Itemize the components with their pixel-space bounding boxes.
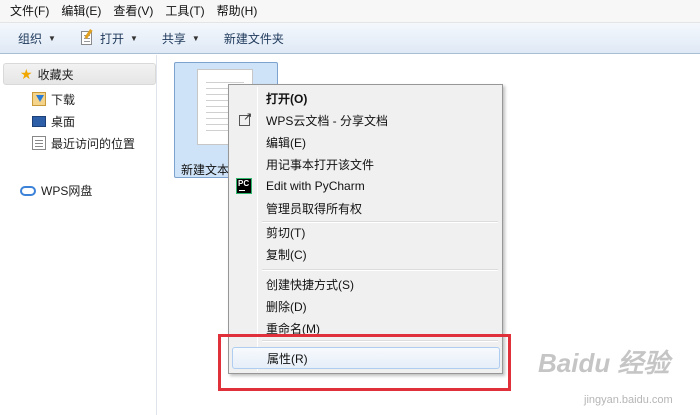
menu-item-take-ownership[interactable]: 管理员取得所有权	[232, 197, 500, 219]
sidebar-item-desktop[interactable]: 桌面	[32, 111, 75, 131]
menu-file[interactable]: 文件(F)	[4, 0, 55, 23]
file-name: 新建文本	[181, 163, 230, 177]
menu-item-label: 删除(D)	[266, 299, 307, 314]
chevron-down-icon: ▼	[191, 33, 200, 43]
pycharm-icon: PC	[236, 178, 252, 194]
menu-item-label: 创建快捷方式(S)	[266, 277, 354, 292]
menu-item-copy[interactable]: 复制(C)	[232, 243, 500, 265]
sidebar-item-label: 桌面	[51, 114, 76, 129]
new-folder-label: 新建文件夹	[223, 31, 284, 46]
menu-item-label: 剪切(T)	[266, 225, 306, 240]
sidebar-item-label: 下载	[51, 92, 76, 107]
menu-item-delete[interactable]: 删除(D)	[232, 295, 500, 317]
menu-item-label: 管理员取得所有权	[266, 201, 363, 216]
menu-item-wps-share[interactable]: WPS云文档 - 分享文档	[232, 109, 500, 131]
menu-tools[interactable]: 工具(T)	[159, 0, 210, 23]
menu-item-label: 编辑(E)	[266, 135, 306, 150]
notepad-icon	[80, 29, 94, 46]
watermark-url: jingyan.baidu.com	[584, 394, 673, 406]
sidebar-item-label: 最近访问的位置	[51, 136, 136, 151]
sidebar-item-wps-drive[interactable]: WPS网盘	[20, 182, 92, 199]
sidebar-item-downloads[interactable]: 下载	[32, 89, 75, 109]
desktop-icon	[32, 115, 46, 127]
menu-bar: 文件(F) 编辑(E) 查看(V) 工具(T) 帮助(H)	[0, 0, 700, 23]
chevron-down-icon: ▼	[129, 33, 138, 43]
menu-item-open[interactable]: 打开(O)	[232, 87, 500, 109]
menu-item-label: Edit with PyCharm	[266, 179, 365, 193]
menu-item-label: WPS云文档 - 分享文档	[266, 113, 388, 128]
highlight-annotation	[218, 334, 511, 391]
menu-item-edit[interactable]: 编辑(E)	[232, 131, 500, 153]
sidebar-item-favorites[interactable]: ★ 收藏夹	[3, 63, 156, 85]
context-menu: 打开(O) WPS云文档 - 分享文档 编辑(E) 用记事本打开该文件 PC E…	[228, 84, 503, 374]
menu-item-label: 打开(O)	[266, 91, 308, 106]
open-button[interactable]: 打开 ▼	[72, 26, 146, 50]
cloud-icon	[20, 185, 36, 196]
menu-item-label: 用记事本打开该文件	[266, 157, 375, 172]
chevron-down-icon: ▼	[48, 33, 56, 43]
menu-help[interactable]: 帮助(H)	[211, 0, 264, 23]
star-icon: ★	[20, 65, 33, 82]
share-icon	[239, 110, 252, 126]
organize-label: 组织	[18, 31, 43, 46]
sidebar-item-recent[interactable]: 最近访问的位置	[32, 133, 135, 153]
organize-button[interactable]: 组织 ▼	[10, 26, 64, 50]
share-label: 共享	[161, 31, 186, 46]
menu-view[interactable]: 查看(V)	[107, 0, 159, 23]
open-label: 打开	[99, 31, 124, 46]
navigation-pane: ★ 收藏夹 下载 桌面 最近访问的位置 WPS网盘	[0, 55, 157, 415]
wps-drive-label: WPS网盘	[41, 184, 93, 198]
baidu-logo: Baidu 经验	[538, 348, 670, 378]
menu-separator	[262, 269, 498, 271]
menu-item-label: 复制(C)	[266, 247, 307, 262]
recent-places-icon	[32, 136, 46, 150]
menu-item-open-notepad[interactable]: 用记事本打开该文件	[232, 153, 500, 175]
favorites-label: 收藏夹	[37, 67, 74, 82]
menu-item-create-shortcut[interactable]: 创建快捷方式(S)	[232, 273, 500, 295]
share-button[interactable]: 共享 ▼	[154, 26, 208, 50]
menu-item-edit-pycharm[interactable]: PC Edit with PyCharm	[232, 175, 500, 197]
new-folder-button[interactable]: 新建文件夹	[216, 26, 292, 50]
menu-item-cut[interactable]: 剪切(T)	[232, 221, 500, 243]
download-folder-icon	[32, 92, 46, 106]
menu-edit[interactable]: 编辑(E)	[55, 0, 107, 23]
command-toolbar: 组织 ▼ 打开 ▼ 共享 ▼ 新建文件夹	[0, 23, 700, 54]
